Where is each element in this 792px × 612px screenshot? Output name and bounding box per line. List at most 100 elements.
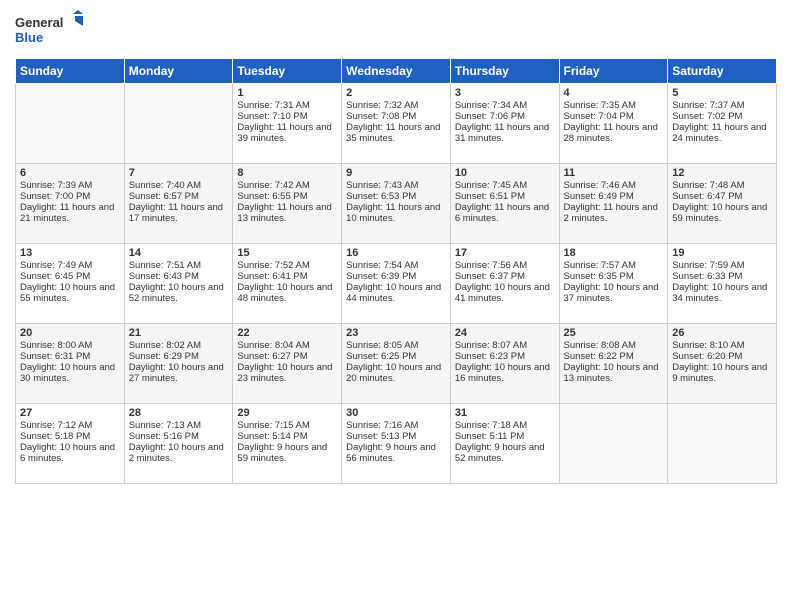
- cell-text: Sunrise: 7:56 AM: [455, 260, 555, 271]
- day-number: 17: [455, 247, 555, 259]
- day-number: 20: [20, 327, 120, 339]
- cell-text: Sunset: 6:47 PM: [672, 191, 772, 202]
- cell-text: Sunset: 6:25 PM: [346, 351, 446, 362]
- calendar-cell: 31Sunrise: 7:18 AMSunset: 5:11 PMDayligh…: [450, 404, 559, 484]
- cell-text: Daylight: 10 hours and 27 minutes.: [129, 362, 229, 384]
- cell-text: Sunset: 7:04 PM: [564, 111, 664, 122]
- day-number: 12: [672, 167, 772, 179]
- cell-text: Sunrise: 8:00 AM: [20, 340, 120, 351]
- header: General Blue: [15, 10, 777, 50]
- day-number: 5: [672, 87, 772, 99]
- cell-text: Sunrise: 7:16 AM: [346, 420, 446, 431]
- calendar-cell: 20Sunrise: 8:00 AMSunset: 6:31 PMDayligh…: [16, 324, 125, 404]
- day-number: 4: [564, 87, 664, 99]
- day-number: 13: [20, 247, 120, 259]
- cell-text: Daylight: 10 hours and 59 minutes.: [672, 202, 772, 224]
- cell-text: Sunset: 6:35 PM: [564, 271, 664, 282]
- cell-text: Sunset: 7:08 PM: [346, 111, 446, 122]
- day-number: 16: [346, 247, 446, 259]
- calendar-cell: 29Sunrise: 7:15 AMSunset: 5:14 PMDayligh…: [233, 404, 342, 484]
- day-number: 21: [129, 327, 229, 339]
- day-number: 18: [564, 247, 664, 259]
- calendar-cell: [124, 84, 233, 164]
- cell-text: Daylight: 9 hours and 56 minutes.: [346, 442, 446, 464]
- day-number: 31: [455, 407, 555, 419]
- cell-text: Sunrise: 8:05 AM: [346, 340, 446, 351]
- day-number: 14: [129, 247, 229, 259]
- cell-text: Daylight: 10 hours and 52 minutes.: [129, 282, 229, 304]
- calendar-cell: 24Sunrise: 8:07 AMSunset: 6:23 PMDayligh…: [450, 324, 559, 404]
- calendar-cell: 11Sunrise: 7:46 AMSunset: 6:49 PMDayligh…: [559, 164, 668, 244]
- cell-text: Daylight: 10 hours and 41 minutes.: [455, 282, 555, 304]
- cell-text: Daylight: 10 hours and 23 minutes.: [237, 362, 337, 384]
- cell-text: Sunset: 7:00 PM: [20, 191, 120, 202]
- day-number: 7: [129, 167, 229, 179]
- cell-text: Sunrise: 7:37 AM: [672, 100, 772, 111]
- calendar-cell: 13Sunrise: 7:49 AMSunset: 6:45 PMDayligh…: [16, 244, 125, 324]
- calendar-cell: 6Sunrise: 7:39 AMSunset: 7:00 PMDaylight…: [16, 164, 125, 244]
- cell-text: Sunrise: 7:18 AM: [455, 420, 555, 431]
- cell-text: Sunset: 6:49 PM: [564, 191, 664, 202]
- cell-text: Sunset: 6:41 PM: [237, 271, 337, 282]
- day-header-thursday: Thursday: [450, 59, 559, 84]
- day-number: 27: [20, 407, 120, 419]
- cell-text: Daylight: 9 hours and 52 minutes.: [455, 442, 555, 464]
- cell-text: Sunset: 5:18 PM: [20, 431, 120, 442]
- cell-text: Sunset: 5:14 PM: [237, 431, 337, 442]
- week-row-2: 6Sunrise: 7:39 AMSunset: 7:00 PMDaylight…: [16, 164, 777, 244]
- calendar-cell: 3Sunrise: 7:34 AMSunset: 7:06 PMDaylight…: [450, 84, 559, 164]
- cell-text: Sunset: 6:53 PM: [346, 191, 446, 202]
- logo: General Blue: [15, 10, 90, 50]
- cell-text: Sunset: 6:29 PM: [129, 351, 229, 362]
- cell-text: Sunset: 7:06 PM: [455, 111, 555, 122]
- cell-text: Daylight: 11 hours and 39 minutes.: [237, 122, 337, 144]
- cell-text: Sunrise: 7:51 AM: [129, 260, 229, 271]
- cell-text: Daylight: 10 hours and 34 minutes.: [672, 282, 772, 304]
- calendar-cell: 22Sunrise: 8:04 AMSunset: 6:27 PMDayligh…: [233, 324, 342, 404]
- calendar-cell: 25Sunrise: 8:08 AMSunset: 6:22 PMDayligh…: [559, 324, 668, 404]
- calendar-cell: 23Sunrise: 8:05 AMSunset: 6:25 PMDayligh…: [342, 324, 451, 404]
- cell-text: Daylight: 11 hours and 2 minutes.: [564, 202, 664, 224]
- cell-text: Sunrise: 7:59 AM: [672, 260, 772, 271]
- calendar-cell: 28Sunrise: 7:13 AMSunset: 5:16 PMDayligh…: [124, 404, 233, 484]
- cell-text: Sunrise: 7:40 AM: [129, 180, 229, 191]
- cell-text: Sunset: 6:55 PM: [237, 191, 337, 202]
- cell-text: Sunrise: 7:31 AM: [237, 100, 337, 111]
- day-number: 2: [346, 87, 446, 99]
- day-number: 3: [455, 87, 555, 99]
- calendar-cell: 10Sunrise: 7:45 AMSunset: 6:51 PMDayligh…: [450, 164, 559, 244]
- calendar-cell: 21Sunrise: 8:02 AMSunset: 6:29 PMDayligh…: [124, 324, 233, 404]
- day-header-sunday: Sunday: [16, 59, 125, 84]
- cell-text: Sunrise: 7:12 AM: [20, 420, 120, 431]
- cell-text: Daylight: 11 hours and 10 minutes.: [346, 202, 446, 224]
- cell-text: Sunset: 6:43 PM: [129, 271, 229, 282]
- cell-text: Daylight: 11 hours and 13 minutes.: [237, 202, 337, 224]
- cell-text: Sunrise: 8:02 AM: [129, 340, 229, 351]
- cell-text: Daylight: 11 hours and 6 minutes.: [455, 202, 555, 224]
- day-number: 11: [564, 167, 664, 179]
- cell-text: Daylight: 11 hours and 28 minutes.: [564, 122, 664, 144]
- day-number: 8: [237, 167, 337, 179]
- calendar-cell: 8Sunrise: 7:42 AMSunset: 6:55 PMDaylight…: [233, 164, 342, 244]
- day-number: 29: [237, 407, 337, 419]
- day-number: 10: [455, 167, 555, 179]
- cell-text: Daylight: 11 hours and 31 minutes.: [455, 122, 555, 144]
- calendar-cell: 12Sunrise: 7:48 AMSunset: 6:47 PMDayligh…: [668, 164, 777, 244]
- day-header-monday: Monday: [124, 59, 233, 84]
- cell-text: Sunset: 6:33 PM: [672, 271, 772, 282]
- cell-text: Sunset: 6:51 PM: [455, 191, 555, 202]
- calendar-cell: 14Sunrise: 7:51 AMSunset: 6:43 PMDayligh…: [124, 244, 233, 324]
- day-number: 23: [346, 327, 446, 339]
- cell-text: Sunrise: 8:08 AM: [564, 340, 664, 351]
- calendar-cell: 18Sunrise: 7:57 AMSunset: 6:35 PMDayligh…: [559, 244, 668, 324]
- cell-text: Daylight: 10 hours and 16 minutes.: [455, 362, 555, 384]
- cell-text: Sunrise: 7:42 AM: [237, 180, 337, 191]
- day-number: 30: [346, 407, 446, 419]
- calendar-cell: [559, 404, 668, 484]
- cell-text: Daylight: 10 hours and 44 minutes.: [346, 282, 446, 304]
- cell-text: Sunset: 6:31 PM: [20, 351, 120, 362]
- day-number: 22: [237, 327, 337, 339]
- day-number: 9: [346, 167, 446, 179]
- svg-text:General: General: [15, 15, 63, 30]
- day-number: 24: [455, 327, 555, 339]
